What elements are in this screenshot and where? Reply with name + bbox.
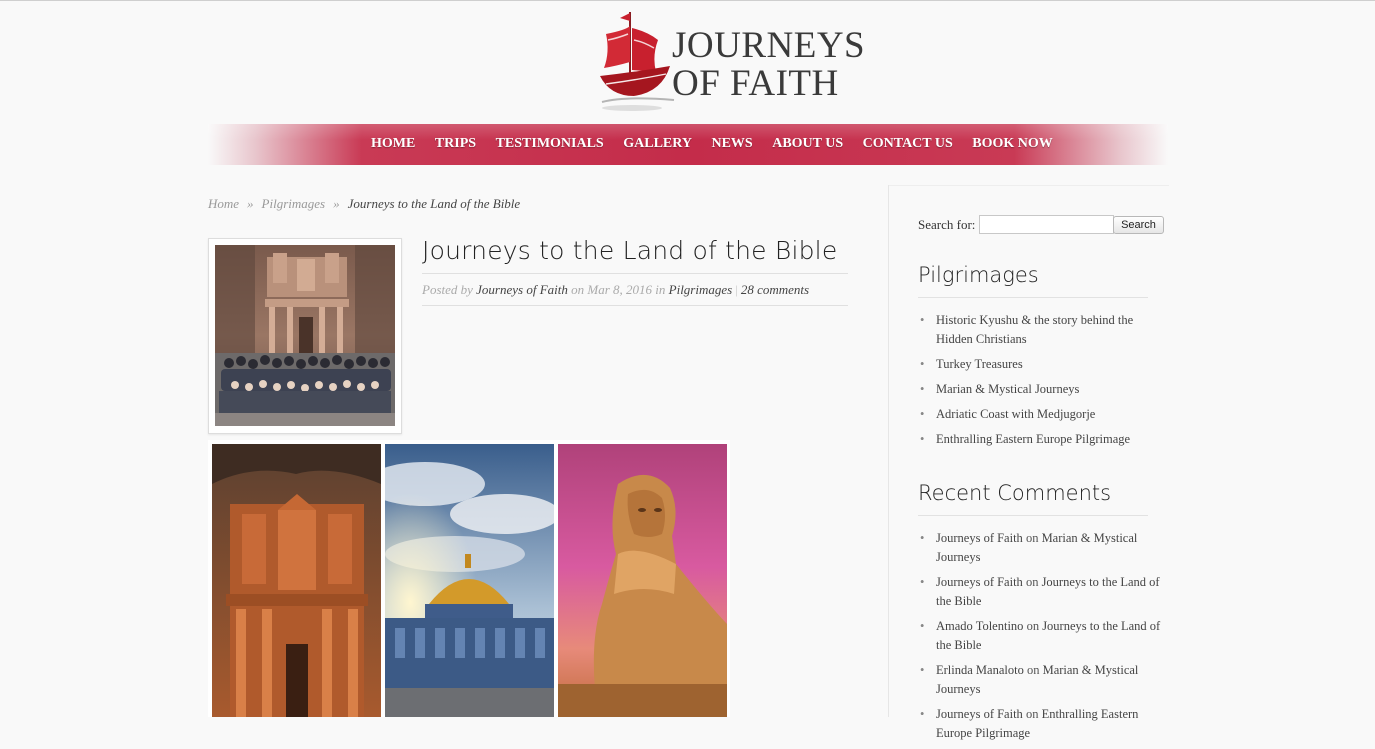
breadcrumb-home[interactable]: Home	[208, 196, 239, 211]
meta-in: in	[655, 282, 666, 297]
recent-comment-item: Amado Tolentino on Journeys to the Land …	[918, 617, 1168, 655]
logo-text-line2: OF FAITH	[672, 63, 839, 104]
nav-item-news[interactable]: NEWS	[711, 136, 752, 152]
meta-author-link[interactable]: Journeys of Faith	[476, 282, 568, 297]
post-meta: Posted by Journeys of Faith on Mar 8, 20…	[422, 282, 809, 298]
comment-on: on	[1026, 619, 1040, 633]
pilgrimages-heading-rule	[918, 297, 1148, 298]
comment-on: on	[1026, 663, 1040, 677]
nav-item-contact-us[interactable]: CONTACT US	[863, 136, 953, 152]
meta-category-link[interactable]: Pilgrimages	[669, 282, 733, 297]
pilgrimage-link[interactable]: Enthralling Eastern Europe Pilgrimage	[918, 430, 1168, 449]
meta-comments-link[interactable]: 28 comments	[741, 282, 809, 297]
pilgrimages-list: Historic Kyushu & the story behind the H…	[918, 311, 1168, 455]
breadcrumb-separator: »	[333, 196, 340, 211]
breadcrumb: Home » Pilgrimages » Journeys to the Land of…	[208, 196, 520, 212]
main-nav: HOME TRIPS TESTIMONIALS GALLERY NEWS ABO…	[208, 124, 1168, 165]
pilgrimages-heading: Pilgrimages	[918, 263, 1039, 287]
search-label: Search for:	[918, 217, 976, 232]
recent-comment-item: Journeys of Faith on Journeys to the Lan…	[918, 573, 1168, 611]
comment-on: on	[1025, 531, 1039, 545]
recent-comment-item: Erlinda Manaloto on Marian & Mystical Jo…	[918, 661, 1168, 699]
pilgrimage-link[interactable]: Historic Kyushu & the story behind the H…	[918, 311, 1168, 349]
breadcrumb-current: Journeys to the Land of the Bible	[347, 196, 521, 211]
meta-posted-by: Posted by	[422, 282, 473, 297]
search-button[interactable]: Search	[1113, 216, 1164, 234]
meta-on: on	[571, 282, 585, 297]
dome-of-the-rock-image	[385, 444, 554, 717]
comment-author-link[interactable]: Amado Tolentino	[936, 619, 1023, 633]
nav-item-gallery[interactable]: GALLERY	[623, 136, 692, 152]
comment-author-link[interactable]: Journeys of Faith	[936, 531, 1023, 545]
meta-divider	[422, 305, 848, 306]
post-title: Journeys to the Land of the Bible	[422, 236, 838, 265]
meta-separator: |	[735, 282, 738, 297]
comment-author-link[interactable]: Journeys of Faith	[936, 575, 1023, 589]
meta-date: Mar 8, 2016	[587, 282, 653, 297]
nav-item-home[interactable]: HOME	[371, 136, 415, 152]
post-thumbnail[interactable]	[208, 238, 402, 434]
recent-comments-list: Journeys of Faith on Marian & Mystical J…	[918, 529, 1168, 749]
comment-author-link[interactable]: Journeys of Faith	[936, 707, 1023, 721]
breadcrumb-separator: »	[247, 196, 254, 211]
comment-on: on	[1025, 707, 1039, 721]
nav-item-testimonials[interactable]: TESTIMONIALS	[496, 136, 604, 152]
sidebar-top-divider	[889, 185, 1169, 186]
title-divider	[422, 273, 848, 274]
breadcrumb-category[interactable]: Pilgrimages	[262, 196, 326, 211]
group-photo-petra	[215, 245, 395, 426]
pilgrimage-link[interactable]: Turkey Treasures	[918, 355, 1168, 374]
recent-comments-heading-rule	[918, 515, 1148, 516]
comment-author-link[interactable]: Erlinda Manaloto	[936, 663, 1024, 677]
petra-treasury-image	[212, 444, 381, 717]
ship-logo-icon	[600, 12, 675, 111]
sphinx-image	[558, 444, 727, 717]
nav-item-trips[interactable]: TRIPS	[435, 136, 476, 152]
post-featured-image	[208, 440, 730, 717]
top-border	[0, 0, 1375, 1]
comment-on: on	[1025, 575, 1039, 589]
recent-comment-item: Journeys of Faith on Enthralling Eastern…	[918, 705, 1168, 743]
pilgrimage-link[interactable]: Adriatic Coast with Medjugorje	[918, 405, 1168, 424]
nav-item-book-now[interactable]: BOOK NOW	[972, 136, 1053, 152]
search-input[interactable]	[979, 215, 1114, 234]
logo-text-line1: JOURNEYS	[672, 25, 866, 66]
recent-comments-heading: Recent Comments	[918, 481, 1112, 505]
nav-item-about-us[interactable]: ABOUT US	[772, 136, 843, 152]
recent-comment-item: Journeys of Faith on Marian & Mystical J…	[918, 529, 1168, 567]
sidebar-divider	[888, 185, 889, 717]
pilgrimage-link[interactable]: Marian & Mystical Journeys	[918, 380, 1168, 399]
site-logo[interactable]: JOURNEYS OF FAITH	[596, 10, 865, 115]
